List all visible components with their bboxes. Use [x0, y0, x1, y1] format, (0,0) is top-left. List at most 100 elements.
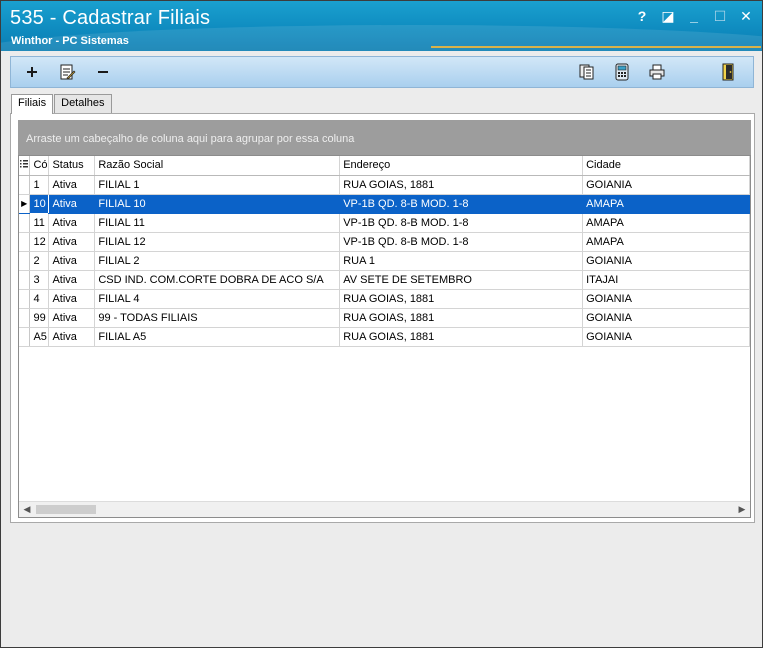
plus-icon[interactable] — [21, 62, 43, 82]
column-header-status[interactable]: Status — [48, 156, 96, 176]
row-indicator[interactable] — [19, 308, 31, 328]
row-indicator[interactable] — [19, 251, 31, 271]
restore-icon[interactable]: ◪ — [660, 7, 676, 25]
row-indicator[interactable] — [19, 175, 31, 195]
tab-filiais[interactable]: Filiais — [11, 94, 54, 114]
cell-status[interactable]: Ativa — [48, 232, 96, 252]
minimize-icon[interactable]: _ — [686, 7, 702, 25]
tab-strip: Filiais Detalhes — [11, 94, 113, 114]
table-row[interactable]: 3 Ativa CSD IND. COM.CORTE DOBRA DE ACO S/… — [19, 270, 750, 290]
scroll-right-icon[interactable]: ▶ — [734, 502, 750, 517]
cell-status[interactable]: Ativa — [48, 308, 96, 328]
table-row[interactable]: 2 Ativa FILIAL 2 RUA 1 GOIANIA — [19, 251, 750, 271]
cell-codigo[interactable]: 2 — [29, 251, 50, 271]
row-indicator[interactable] — [19, 270, 31, 290]
edit-document-icon[interactable] — [56, 62, 78, 82]
cell-status[interactable]: Ativa — [48, 194, 96, 214]
table-row[interactable]: 1 Ativa FILIAL 1 RUA GOIAS, 1881 GOIANIA — [19, 175, 750, 195]
cell-cidade[interactable]: AMAPA — [582, 232, 750, 252]
row-indicator[interactable] — [19, 213, 31, 233]
cell-endereco[interactable]: VP-1B QD. 8-B MOD. 1-8 — [339, 232, 584, 252]
minus-icon[interactable] — [92, 62, 114, 82]
window-title: 535 - Cadastrar Filiais — [10, 7, 211, 29]
group-by-area[interactable]: Arraste um cabeçalho de coluna aqui para… — [18, 120, 751, 155]
row-indicator[interactable] — [19, 289, 31, 309]
column-header-razao-social[interactable]: Razão Social — [94, 156, 341, 176]
cell-razao-social[interactable]: FILIAL 10 — [94, 194, 341, 214]
cell-codigo[interactable]: 11 — [29, 213, 50, 233]
row-indicator[interactable]: ▶ — [19, 194, 31, 214]
cell-endereco[interactable]: AV SETE DE SETEMBRO — [339, 270, 584, 290]
cell-razao-social[interactable]: FILIAL A5 — [94, 327, 341, 347]
cell-cidade[interactable]: GOIANIA — [582, 327, 750, 347]
cell-razao-social[interactable]: 99 - TODAS FILIAIS — [94, 308, 341, 328]
cell-status[interactable]: Ativa — [48, 270, 96, 290]
cell-codigo[interactable]: 3 — [29, 270, 50, 290]
toolbar — [10, 56, 754, 88]
cell-razao-social[interactable]: FILIAL 4 — [94, 289, 341, 309]
printer-icon[interactable] — [646, 62, 668, 82]
main-window: 535 - Cadastrar Filiais Winthor - PC Sis… — [0, 0, 763, 648]
cell-codigo[interactable]: A5 — [29, 327, 50, 347]
cell-cidade[interactable]: GOIANIA — [582, 308, 750, 328]
cell-endereco[interactable]: RUA GOIAS, 1881 — [339, 289, 584, 309]
table-row[interactable]: 11 Ativa FILIAL 11 VP-1B QD. 8-B MOD. 1-8 AM… — [19, 213, 750, 233]
exit-door-icon[interactable] — [717, 62, 739, 82]
cell-razao-social[interactable]: CSD IND. COM.CORTE DOBRA DE ACO S/A — [94, 270, 341, 290]
cell-endereco[interactable]: RUA GOIAS, 1881 — [339, 308, 584, 328]
grid-header-row: Có Status Razão Social Endereço Cidade — [19, 156, 750, 176]
cell-status[interactable]: Ativa — [48, 175, 96, 195]
table-row[interactable]: 4 Ativa FILIAL 4 RUA GOIAS, 1881 GOIANIA — [19, 289, 750, 309]
title-bar-accent-line — [431, 46, 761, 48]
row-indicator[interactable] — [19, 232, 31, 252]
cell-razao-social[interactable]: FILIAL 11 — [94, 213, 341, 233]
title-bar[interactable]: 535 - Cadastrar Filiais Winthor - PC Sis… — [1, 1, 762, 51]
cell-status[interactable]: Ativa — [48, 213, 96, 233]
cell-cidade[interactable]: AMAPA — [582, 213, 750, 233]
cell-status[interactable]: Ativa — [48, 251, 96, 271]
table-row[interactable]: 99 Ativa 99 - TODAS FILIAIS RUA GOIAS, 1881… — [19, 308, 750, 328]
cell-codigo[interactable]: 10 — [29, 193, 50, 214]
column-header-codigo[interactable]: Có — [29, 156, 50, 176]
scrollbar-thumb[interactable] — [36, 505, 96, 514]
copy-documents-icon[interactable] — [576, 62, 598, 82]
table-row[interactable]: ▶ 10 Ativa FILIAL 10 VP-1B QD. 8-B MOD. 1-8 A… — [19, 193, 750, 214]
help-icon[interactable]: ? — [634, 7, 650, 25]
cell-codigo[interactable]: 99 — [29, 308, 50, 328]
cell-endereco[interactable]: RUA 1 — [339, 251, 584, 271]
cell-endereco[interactable]: RUA GOIAS, 1881 — [339, 175, 584, 195]
maximize-icon[interactable]: ☐ — [712, 7, 728, 25]
cell-razao-social[interactable]: FILIAL 12 — [94, 232, 341, 252]
cell-codigo[interactable]: 12 — [29, 232, 50, 252]
window-controls: ? ◪ _ ☐ ✕ — [634, 7, 754, 25]
cell-cidade[interactable]: GOIANIA — [582, 251, 750, 271]
column-header-cidade[interactable]: Cidade — [582, 156, 750, 176]
close-icon[interactable]: ✕ — [738, 7, 754, 25]
calculator-icon[interactable] — [611, 62, 633, 82]
cell-endereco[interactable]: VP-1B QD. 8-B MOD. 1-8 — [339, 194, 584, 214]
tab-detalhes[interactable]: Detalhes — [54, 94, 112, 113]
cell-razao-social[interactable]: FILIAL 2 — [94, 251, 341, 271]
cell-razao-social[interactable]: FILIAL 1 — [94, 175, 341, 195]
table-row[interactable]: 12 Ativa FILIAL 12 VP-1B QD. 8-B MOD. 1-8 AM… — [19, 232, 750, 252]
row-indicator[interactable] — [19, 327, 31, 347]
column-header-endereco[interactable]: Endereço — [339, 156, 584, 176]
cell-cidade[interactable]: GOIANIA — [582, 289, 750, 309]
cell-status[interactable]: Ativa — [48, 327, 96, 347]
cell-codigo[interactable]: 4 — [29, 289, 50, 309]
scroll-left-icon[interactable]: ◀ — [19, 502, 35, 517]
cell-status[interactable]: Ativa — [48, 289, 96, 309]
tab-panel-filiais: Arraste um cabeçalho de coluna aqui para… — [10, 113, 755, 523]
horizontal-scrollbar[interactable]: ◀ ▶ — [19, 501, 750, 517]
cell-codigo[interactable]: 1 — [29, 175, 50, 195]
cell-cidade[interactable]: AMAPA — [582, 194, 750, 214]
cell-endereco[interactable]: RUA GOIAS, 1881 — [339, 327, 584, 347]
cell-cidade[interactable]: GOIANIA — [582, 175, 750, 195]
grid-table: Có Status Razão Social Endereço Cidade 1… — [19, 156, 750, 347]
cell-endereco[interactable]: VP-1B QD. 8-B MOD. 1-8 — [339, 213, 584, 233]
column-chooser-icon[interactable] — [19, 156, 31, 176]
table-row[interactable]: A5 Ativa FILIAL A5 RUA GOIAS, 1881 GOIANIA — [19, 327, 750, 347]
cell-cidade[interactable]: ITAJAI — [582, 270, 750, 290]
filiais-grid: Có Status Razão Social Endereço Cidade 1… — [18, 155, 751, 518]
window-subtitle: Winthor - PC Sistemas — [11, 35, 129, 47]
